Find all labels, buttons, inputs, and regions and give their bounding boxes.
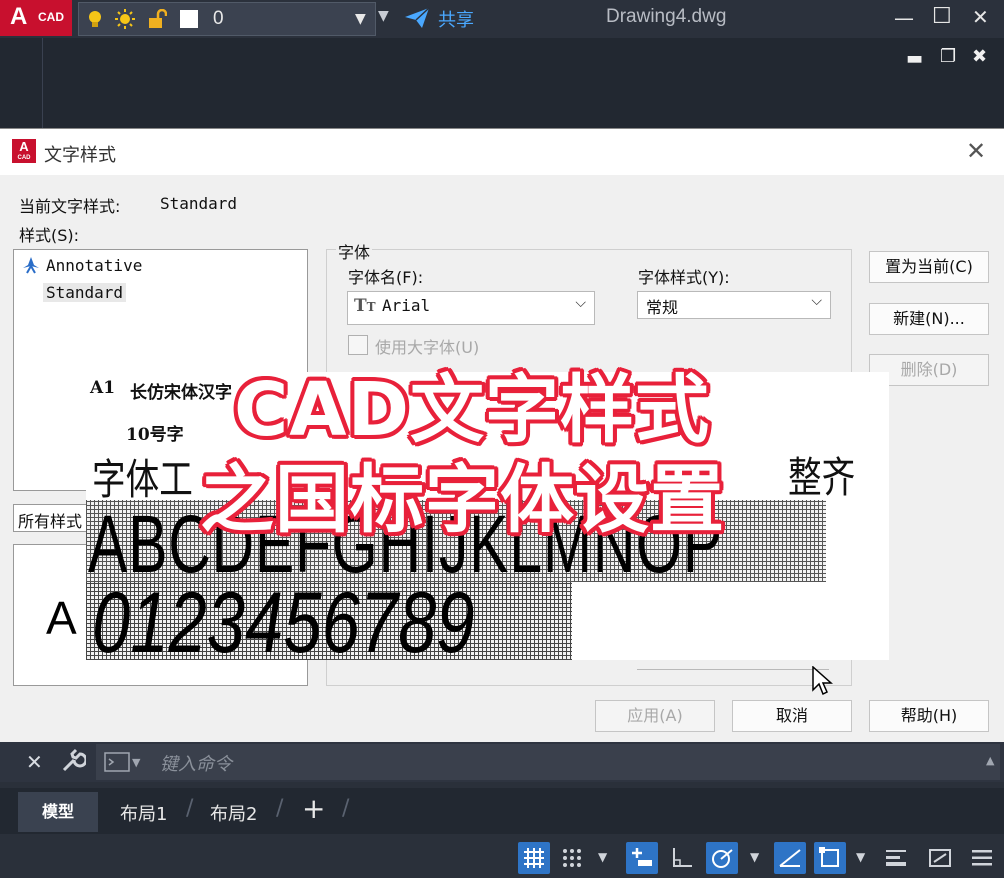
current-style-value: Standard: [160, 194, 238, 213]
polar-tracking-icon[interactable]: [706, 842, 738, 874]
style-filter-dropdown[interactable]: 所有样式: [13, 504, 89, 532]
mouse-cursor-icon: [812, 666, 833, 696]
dialog-header: [0, 129, 1004, 175]
sample-chars-right: 整齐: [788, 453, 856, 502]
chevron-down-icon: ⌵: [811, 293, 822, 309]
set-current-button[interactable]: 置为当前(C): [869, 251, 989, 283]
sheet-label: A1: [90, 378, 116, 398]
tab-separator: /: [276, 796, 284, 821]
digits-grid: 0123456789: [86, 575, 572, 660]
filter-value: 所有样式: [18, 512, 83, 531]
annotative-icon: [23, 257, 39, 274]
customize-menu-icon[interactable]: [966, 842, 998, 874]
ortho-toggle-icon[interactable]: [666, 842, 698, 874]
tab-layout-1[interactable]: 布局1: [120, 800, 167, 826]
tab-separator: /: [186, 796, 194, 821]
doc-minimize-button[interactable]: ▬: [906, 48, 923, 69]
apply-button[interactable]: 应用(A): [595, 700, 715, 732]
digits-sample: 0123456789: [92, 575, 475, 660]
list-item-selected[interactable]: Standard: [43, 283, 127, 302]
chevron-down-icon[interactable]: ▼: [598, 850, 607, 864]
wrench-icon[interactable]: [60, 748, 86, 774]
cancel-button[interactable]: 取消: [732, 700, 852, 732]
tab-layout-2[interactable]: 布局2: [210, 800, 257, 826]
fullscreen-icon[interactable]: [924, 842, 956, 874]
isometric-drafting-icon[interactable]: [774, 842, 806, 874]
window-minimize-button[interactable]: —: [894, 6, 914, 30]
headline-line-2: 之国标字体设置: [200, 457, 725, 543]
share-button[interactable]: 共享: [438, 6, 474, 32]
size-label: 10号字: [126, 425, 184, 445]
font-name-value: Arial: [382, 296, 431, 315]
logo-letter: A: [10, 3, 28, 30]
app-logo[interactable]: A CAD: [0, 0, 72, 36]
divider: [42, 38, 43, 128]
window-close-button[interactable]: ✕: [972, 5, 989, 29]
preview-text: A: [46, 592, 77, 644]
help-button[interactable]: 帮助(H): [869, 700, 989, 732]
unlock-icon[interactable]: [147, 9, 167, 29]
doc-restore-button[interactable]: ❐: [940, 46, 956, 67]
font-group-label: 字体: [336, 239, 373, 263]
styles-label: 样式(S):: [19, 226, 80, 245]
chevron-down-icon[interactable]: ▼: [355, 11, 366, 27]
dialog-close-icon[interactable]: ✕: [966, 137, 986, 165]
add-layout-button[interactable]: +: [302, 792, 325, 825]
document-title: Drawing4.dwg: [606, 6, 727, 27]
current-style-label: 当前文字样式:: [19, 197, 121, 216]
chevron-down-icon[interactable]: ▼: [132, 756, 140, 769]
object-snap-icon[interactable]: [814, 842, 846, 874]
status-bar: [0, 838, 1004, 878]
truetype-font-icon: TT: [354, 296, 376, 316]
chevron-up-icon[interactable]: ▲: [986, 754, 994, 767]
dialog-title: 文字样式: [44, 145, 116, 166]
layer-dropdown[interactable]: 0 ▼: [78, 2, 376, 36]
chevron-down-icon[interactable]: ▼: [856, 850, 865, 864]
layer-color-swatch-icon[interactable]: [179, 9, 199, 29]
doc-close-button[interactable]: ✖: [972, 46, 987, 67]
tab-separator: /: [342, 796, 350, 821]
share-icon[interactable]: [404, 7, 430, 29]
font-name-label: 字体名(F):: [348, 268, 424, 287]
command-placeholder: 键入命令: [160, 754, 232, 775]
font-style-dropdown[interactable]: 常规 ⌵: [637, 291, 831, 319]
new-style-button[interactable]: 新建(N)...: [869, 303, 989, 335]
dialog-app-icon: A CAD: [12, 139, 36, 163]
layer-name: 0: [213, 8, 224, 29]
window-maximize-button[interactable]: ☐: [932, 4, 952, 29]
sun-icon[interactable]: [115, 9, 135, 29]
command-prompt-icon[interactable]: [104, 752, 130, 772]
font-style-label: 字体样式(Y):: [638, 268, 730, 287]
lineweight-icon[interactable]: [880, 842, 912, 874]
chevron-down-icon: ⌵: [575, 295, 586, 311]
chevron-down-icon[interactable]: ▼: [750, 850, 759, 864]
close-icon[interactable]: ✕: [26, 750, 43, 774]
font-style-value: 常规: [646, 298, 679, 317]
sample-title: 长仿宋体汉字: [130, 383, 232, 403]
drawing-area[interactable]: [0, 38, 1004, 128]
dynamic-input-icon[interactable]: [626, 842, 658, 874]
snap-toggle-icon[interactable]: [556, 842, 588, 874]
quick-access-dropdown-icon[interactable]: ▼: [378, 8, 389, 24]
field-edge: [637, 659, 829, 670]
logo-text: CAD: [38, 10, 64, 24]
lightbulb-icon[interactable]: [85, 9, 105, 29]
font-name-dropdown[interactable]: TT Arial ⌵: [347, 291, 595, 325]
grid-toggle-icon[interactable]: [518, 842, 550, 874]
list-item[interactable]: Annotative: [46, 256, 142, 275]
tab-model[interactable]: 模型: [18, 792, 98, 832]
